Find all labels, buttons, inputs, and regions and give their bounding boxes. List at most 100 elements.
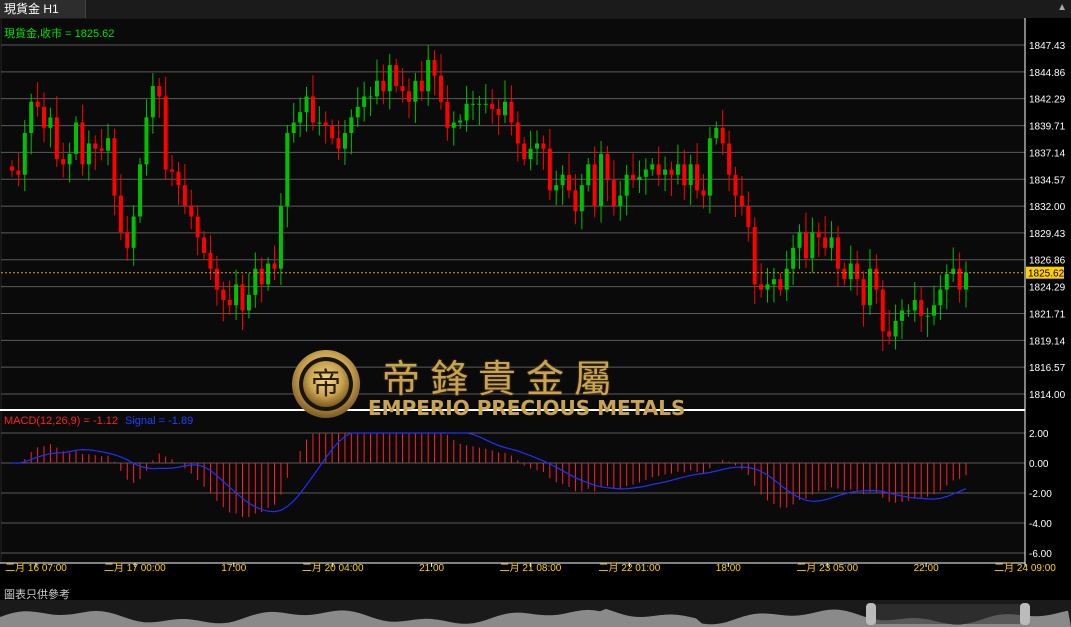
chart-tab[interactable]: 現貨金 H1 (0, 0, 86, 18)
candle-body (93, 143, 98, 149)
candle-body (176, 171, 181, 186)
candle-body (688, 164, 693, 186)
current-price-badge-text: 1825.62 (1028, 269, 1065, 280)
candle-body (867, 268, 872, 306)
candle-body (656, 164, 661, 175)
candle-body (310, 96, 315, 123)
candle-body (266, 263, 271, 285)
candle-body (61, 159, 66, 165)
candle-body (829, 237, 834, 248)
candle-body (170, 169, 175, 172)
candle-body (778, 279, 783, 290)
time-tick-label: 二月 20 04:00 (302, 562, 364, 574)
history-scrollbar[interactable] (0, 600, 1071, 627)
candle-body (202, 237, 207, 254)
candle-body (893, 320, 898, 337)
macd-header-label: MACD(12,26,9) = -1.12 (4, 415, 118, 427)
candle-body (227, 300, 232, 306)
candle-body (54, 117, 59, 160)
macd-tick-label: -2.00 (1029, 489, 1052, 500)
candle-body (426, 59, 431, 92)
candle-body (579, 185, 584, 212)
candle-body (291, 122, 296, 134)
candle-body (285, 133, 290, 207)
price-tick-label: 1837.14 (1029, 148, 1066, 159)
candle-body (214, 268, 219, 290)
candle-body (695, 164, 700, 191)
scroll-window[interactable] (876, 604, 1020, 624)
price-tick-label: 1842.29 (1029, 95, 1066, 106)
watermark-english: EMPERIO PRECIOUS METALS (368, 396, 686, 420)
candle-body (765, 284, 770, 290)
candle-body (631, 174, 636, 180)
price-tick-label: 1839.71 (1029, 122, 1066, 133)
candle-body (323, 122, 328, 126)
main-header-label: 現貨金,收市 = 1825.62 (4, 26, 114, 40)
candle-body (701, 190, 706, 196)
candle-body (381, 80, 386, 92)
time-tick-label: 二月 16 07:00 (5, 562, 67, 574)
chart-tab-title: 現貨金 H1 (4, 2, 59, 16)
macd-tick-label: 2.00 (1029, 429, 1049, 440)
price-tick-label: 1821.71 (1029, 310, 1066, 321)
time-tick-label: 二月 17 00:00 (104, 562, 166, 574)
time-axis[interactable]: 二月 16 07:00 二月 17 00:00 17:00 二月 20 04:00 21… (5, 562, 1056, 574)
candle-body (784, 268, 789, 290)
candle-body (138, 164, 143, 217)
candle-body (560, 174, 565, 186)
chart-area[interactable]: 1847.43 1844.86 1842.29 1839.71 1837.14 1834.… (0, 18, 1071, 583)
candle-body (515, 122, 520, 144)
time-tick-label: 二月 24 09:00 (994, 562, 1056, 574)
candle-body (887, 331, 892, 337)
macd-tick-label: 0.00 (1029, 459, 1049, 470)
candle-body (10, 166, 14, 171)
candle-body (125, 232, 130, 248)
candle-body (938, 289, 943, 306)
candle-body (752, 226, 757, 285)
candle-body (29, 101, 34, 134)
scroll-handle-right[interactable] (1020, 603, 1030, 625)
price-chart[interactable]: 1847.43 1844.86 1842.29 1839.71 1837.14 1834.… (0, 18, 1071, 583)
candle-body (835, 237, 840, 269)
candle-body (759, 284, 764, 290)
macd-tick-label: -4.00 (1029, 519, 1052, 530)
candle-body (16, 170, 21, 175)
price-tick-label: 1844.86 (1029, 68, 1066, 79)
price-tick-label: 1826.86 (1029, 256, 1066, 267)
candle-body (163, 96, 168, 170)
company-watermark: 帝 帝鋒貴金屬 EMPERIO PRECIOUS METALS (290, 348, 685, 422)
candle-body (803, 232, 808, 259)
candle-body (35, 101, 40, 107)
candle-body (413, 80, 418, 102)
time-tick-label: 17:00 (221, 563, 246, 574)
candle-body (157, 86, 162, 97)
company-logo-icon: 帝 (292, 350, 360, 418)
scrollbar-overview[interactable] (0, 600, 1071, 627)
candle-body (445, 101, 450, 128)
candle-body (406, 91, 411, 102)
candle-body (304, 96, 309, 113)
candle-body (490, 103, 495, 109)
candle-body (791, 247, 796, 269)
candle-body (535, 143, 540, 149)
tab-menu-icon[interactable]: ▲ (1057, 2, 1067, 13)
candle-body (150, 86, 155, 118)
candle-body (592, 164, 597, 207)
candle-body (438, 75, 443, 102)
candle-body (861, 279, 866, 306)
candle-body (112, 138, 117, 196)
candle-body (503, 101, 508, 116)
candle-body (106, 138, 111, 151)
candle-body (880, 289, 885, 332)
candle-body (931, 305, 936, 316)
price-axis[interactable]: 1847.43 1844.86 1842.29 1839.71 1837.14 1834.… (1029, 41, 1066, 401)
candle-body (669, 169, 674, 175)
candle-body (874, 268, 879, 290)
candle-body (605, 153, 610, 180)
scroll-handle-left[interactable] (866, 603, 876, 625)
time-tick-label: 22:00 (914, 563, 939, 574)
candle-body (823, 237, 828, 248)
signal-header-label: Signal = -1.89 (125, 415, 193, 427)
candle-body (195, 216, 200, 238)
candle-body (522, 143, 527, 160)
